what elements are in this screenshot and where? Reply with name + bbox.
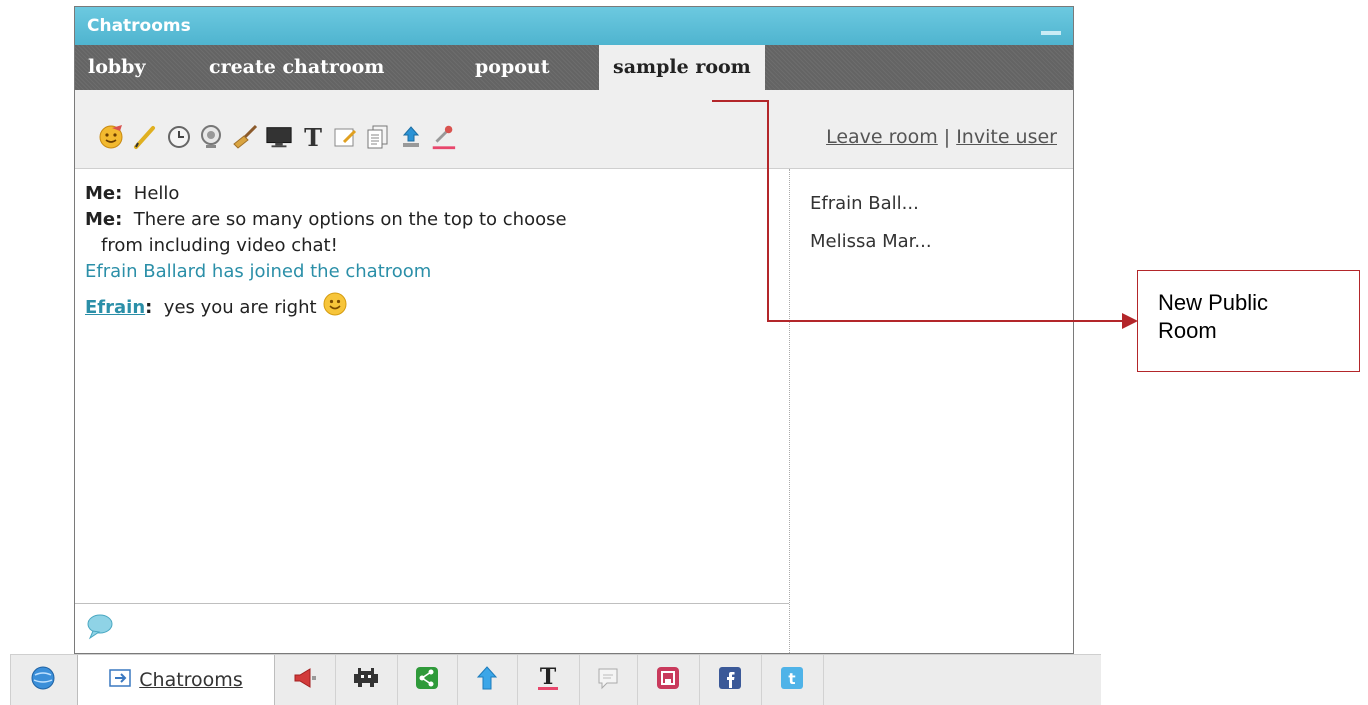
bottom-bar: Chatrooms T t — [10, 654, 1101, 705]
message-sender: Me: — [85, 209, 123, 230]
user-list: Efrain Ball... Melissa Mar... — [810, 185, 932, 261]
tab-create-chatroom[interactable]: create chatroom — [209, 45, 384, 90]
annotation-line1: New Public — [1158, 290, 1269, 315]
message-item: Me: Hello — [85, 181, 779, 207]
annotation-line — [767, 100, 769, 322]
games-icon — [351, 666, 381, 694]
color-dropper-icon[interactable] — [429, 123, 457, 151]
annotation-callout: New Public Room — [1137, 270, 1360, 372]
room-toolbar: T Leave room | Invite user — [75, 90, 1073, 169]
minimize-button[interactable] — [1041, 31, 1061, 35]
invite-user-link[interactable]: Invite user — [956, 126, 1057, 148]
megaphone-icon — [292, 667, 318, 693]
chatrooms-window: Chatrooms lobby create chatroom popout s… — [74, 6, 1074, 655]
app-button[interactable] — [637, 655, 700, 705]
twitter-button[interactable]: t — [761, 655, 824, 705]
tab-sample-room[interactable]: sample room — [599, 45, 765, 90]
pencil-icon[interactable] — [131, 123, 159, 151]
chatrooms-tab-label: Chatrooms — [139, 669, 243, 691]
facebook-icon — [718, 666, 742, 694]
svg-text:T: T — [304, 124, 322, 150]
message-item: Efrain: yes you are right — [85, 291, 779, 325]
annotation-line2: Room — [1158, 318, 1217, 343]
svg-text:t: t — [788, 670, 795, 688]
text-icon[interactable]: T — [299, 123, 327, 151]
message-sender-colon: : — [145, 297, 153, 318]
arrow-up-icon — [475, 665, 499, 695]
clock-icon[interactable] — [165, 123, 193, 151]
tab-bar: lobby create chatroom popout sample room — [75, 45, 1073, 90]
message-continuation: from including video chat! — [101, 235, 338, 256]
documents-icon[interactable] — [363, 123, 391, 151]
chatrooms-icon — [109, 668, 132, 692]
message-list: Me: Hello Me: There are so many options … — [75, 169, 789, 603]
svg-text:T: T — [540, 664, 557, 690]
text-button[interactable]: T — [517, 655, 580, 705]
text-icon: T — [535, 664, 561, 696]
annotation-line — [767, 320, 1125, 322]
system-message: Efrain Ballard has joined the chatroom — [85, 261, 432, 282]
annotation-line — [712, 100, 769, 102]
user-item[interactable]: Melissa Mar... — [810, 223, 932, 261]
games-button[interactable] — [335, 655, 398, 705]
share-icon — [415, 666, 439, 694]
message-item: Me: There are so many options on the top… — [85, 207, 779, 259]
globe-icon — [30, 665, 56, 695]
upload-icon[interactable] — [397, 123, 425, 151]
chatrooms-tab[interactable]: Chatrooms — [77, 655, 275, 705]
tab-lobby[interactable]: lobby — [88, 45, 146, 90]
tab-popout[interactable]: popout — [475, 45, 550, 90]
webcam-icon[interactable] — [197, 123, 225, 151]
broom-icon[interactable] — [231, 123, 259, 151]
app-icon — [656, 666, 680, 694]
links-separator: | — [943, 126, 951, 148]
smiley-icon[interactable] — [97, 123, 125, 151]
users-divider — [789, 169, 790, 655]
window-title: Chatrooms — [87, 16, 191, 36]
upload-button[interactable] — [457, 655, 518, 705]
room-links: Leave room | Invite user — [826, 126, 1057, 148]
user-item[interactable]: Efrain Ball... — [810, 185, 932, 223]
smiley-emoticon-icon — [322, 291, 348, 325]
speech-bubble-icon[interactable] — [85, 612, 115, 644]
notepad-icon[interactable] — [331, 123, 359, 151]
annotation-arrowhead — [1122, 313, 1138, 329]
globe-button[interactable] — [11, 655, 75, 705]
message-text: There are so many options on the top to … — [133, 209, 567, 230]
share-button[interactable] — [397, 655, 458, 705]
leave-room-link[interactable]: Leave room — [826, 126, 938, 148]
screen-icon[interactable] — [265, 123, 293, 151]
chat-icon — [596, 666, 620, 694]
announcements-button[interactable] — [275, 655, 336, 705]
twitter-icon: t — [780, 666, 804, 694]
chat-button[interactable] — [579, 655, 638, 705]
message-text: Hello — [133, 183, 180, 204]
facebook-button[interactable] — [699, 655, 762, 705]
message-input-bar[interactable] — [75, 603, 789, 654]
message-sender: Me: — [85, 183, 123, 204]
message-text: yes you are right — [163, 297, 317, 318]
window-titlebar: Chatrooms — [75, 7, 1073, 45]
message-sender-link[interactable]: Efrain — [85, 297, 145, 318]
